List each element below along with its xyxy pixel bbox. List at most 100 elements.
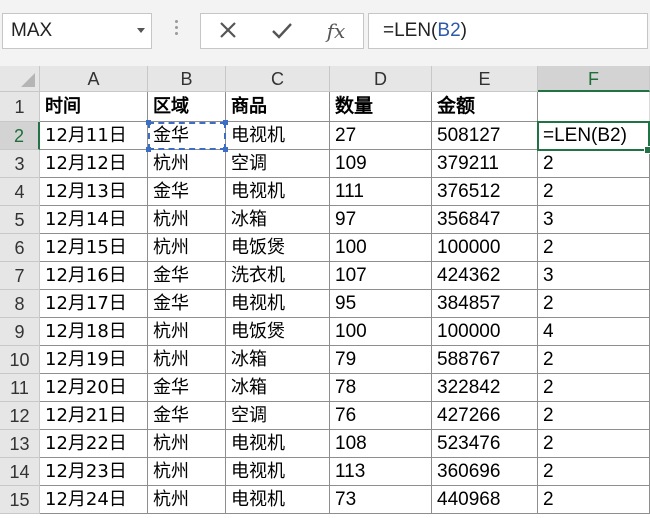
- cell-a14[interactable]: 12月23日: [40, 458, 148, 486]
- name-box[interactable]: MAX: [2, 13, 152, 49]
- cell-b11[interactable]: 金华: [148, 374, 226, 402]
- fill-handle[interactable]: [644, 146, 650, 154]
- cell-e9[interactable]: 100000: [432, 318, 538, 346]
- column-header-f[interactable]: F: [538, 66, 650, 92]
- row-header-8[interactable]: 8: [0, 290, 40, 318]
- cell-c10[interactable]: 冰箱: [226, 346, 330, 374]
- cell-f14[interactable]: 2: [538, 458, 650, 486]
- cell-f4[interactable]: 2: [538, 178, 650, 206]
- column-header-a[interactable]: A: [40, 66, 148, 92]
- cell-f1[interactable]: [538, 92, 650, 122]
- cell-f6[interactable]: 2: [538, 234, 650, 262]
- cell-b8[interactable]: 金华: [148, 290, 226, 318]
- cell-f10[interactable]: 2: [538, 346, 650, 374]
- cell-d12[interactable]: 76: [330, 402, 432, 430]
- row-header-5[interactable]: 5: [0, 206, 40, 234]
- cell-c13[interactable]: 电视机: [226, 430, 330, 458]
- cell-e2[interactable]: 508127: [432, 122, 538, 150]
- cell-f7[interactable]: 3: [538, 262, 650, 290]
- cell-f9[interactable]: 4: [538, 318, 650, 346]
- drag-handle-icon[interactable]: [175, 20, 178, 42]
- row-header-13[interactable]: 13: [0, 430, 40, 458]
- cell-b13[interactable]: 杭州: [148, 430, 226, 458]
- cell-a12[interactable]: 12月21日: [40, 402, 148, 430]
- cell-f5[interactable]: 3: [538, 206, 650, 234]
- cell-c15[interactable]: 电视机: [226, 486, 330, 514]
- cell-d14[interactable]: 113: [330, 458, 432, 486]
- cell-f8[interactable]: 2: [538, 290, 650, 318]
- cell-a1[interactable]: 时间: [40, 92, 148, 122]
- cell-f3[interactable]: 2: [538, 150, 650, 178]
- insert-function-button[interactable]: fx: [321, 18, 351, 44]
- cell-c8[interactable]: 电视机: [226, 290, 330, 318]
- close-icon[interactable]: [213, 18, 243, 44]
- cell-a10[interactable]: 12月19日: [40, 346, 148, 374]
- cell-e1[interactable]: 金额: [432, 92, 538, 122]
- cell-c7[interactable]: 洗衣机: [226, 262, 330, 290]
- cell-e15[interactable]: 440968: [432, 486, 538, 514]
- row-header-2[interactable]: 2: [0, 122, 40, 150]
- cell-e7[interactable]: 424362: [432, 262, 538, 290]
- cell-c6[interactable]: 电饭煲: [226, 234, 330, 262]
- cell-b3[interactable]: 杭州: [148, 150, 226, 178]
- cell-e14[interactable]: 360696: [432, 458, 538, 486]
- cell-a9[interactable]: 12月18日: [40, 318, 148, 346]
- cell-e13[interactable]: 523476: [432, 430, 538, 458]
- cell-b6[interactable]: 杭州: [148, 234, 226, 262]
- cell-a4[interactable]: 12月13日: [40, 178, 148, 206]
- cell-c2[interactable]: 电视机: [226, 122, 330, 150]
- cell-e4[interactable]: 376512: [432, 178, 538, 206]
- row-header-9[interactable]: 9: [0, 318, 40, 346]
- cell-d5[interactable]: 97: [330, 206, 432, 234]
- cell-b2[interactable]: 金华: [148, 122, 226, 150]
- cell-e12[interactable]: 427266: [432, 402, 538, 430]
- column-header-b[interactable]: B: [148, 66, 226, 92]
- row-header-11[interactable]: 11: [0, 374, 40, 402]
- cell-d1[interactable]: 数量: [330, 92, 432, 122]
- cell-a11[interactable]: 12月20日: [40, 374, 148, 402]
- cell-f12[interactable]: 2: [538, 402, 650, 430]
- cell-b1[interactable]: 区域: [148, 92, 226, 122]
- cell-a2[interactable]: 12月11日: [40, 122, 148, 150]
- select-all-button[interactable]: [0, 66, 40, 92]
- cell-b10[interactable]: 杭州: [148, 346, 226, 374]
- row-header-15[interactable]: 15: [0, 486, 40, 514]
- cell-b15[interactable]: 杭州: [148, 486, 226, 514]
- cell-b7[interactable]: 金华: [148, 262, 226, 290]
- cell-a5[interactable]: 12月14日: [40, 206, 148, 234]
- cell-f13[interactable]: 2: [538, 430, 650, 458]
- row-header-7[interactable]: 7: [0, 262, 40, 290]
- row-header-1[interactable]: 1: [0, 92, 40, 122]
- cell-f2[interactable]: =LEN(B2): [538, 122, 650, 150]
- cell-e8[interactable]: 384857: [432, 290, 538, 318]
- cell-d8[interactable]: 95: [330, 290, 432, 318]
- cell-e11[interactable]: 322842: [432, 374, 538, 402]
- cell-b5[interactable]: 杭州: [148, 206, 226, 234]
- cell-a8[interactable]: 12月17日: [40, 290, 148, 318]
- cell-e5[interactable]: 356847: [432, 206, 538, 234]
- cell-d3[interactable]: 109: [330, 150, 432, 178]
- cell-a3[interactable]: 12月12日: [40, 150, 148, 178]
- cell-d9[interactable]: 100: [330, 318, 432, 346]
- cell-d15[interactable]: 73: [330, 486, 432, 514]
- cell-c9[interactable]: 电饭煲: [226, 318, 330, 346]
- row-header-3[interactable]: 3: [0, 150, 40, 178]
- cell-d6[interactable]: 100: [330, 234, 432, 262]
- cell-b14[interactable]: 杭州: [148, 458, 226, 486]
- cell-a7[interactable]: 12月16日: [40, 262, 148, 290]
- cell-c11[interactable]: 冰箱: [226, 374, 330, 402]
- cell-b9[interactable]: 杭州: [148, 318, 226, 346]
- cell-f15[interactable]: 2: [538, 486, 650, 514]
- cell-f11[interactable]: 2: [538, 374, 650, 402]
- cell-a6[interactable]: 12月15日: [40, 234, 148, 262]
- cell-c14[interactable]: 电视机: [226, 458, 330, 486]
- row-header-10[interactable]: 10: [0, 346, 40, 374]
- cell-d2[interactable]: 27: [330, 122, 432, 150]
- reference-handle-3[interactable]: [146, 147, 151, 152]
- cell-e10[interactable]: 588767: [432, 346, 538, 374]
- row-header-4[interactable]: 4: [0, 178, 40, 206]
- row-header-12[interactable]: 12: [0, 402, 40, 430]
- column-header-d[interactable]: D: [330, 66, 432, 92]
- cell-d10[interactable]: 79: [330, 346, 432, 374]
- cell-d7[interactable]: 107: [330, 262, 432, 290]
